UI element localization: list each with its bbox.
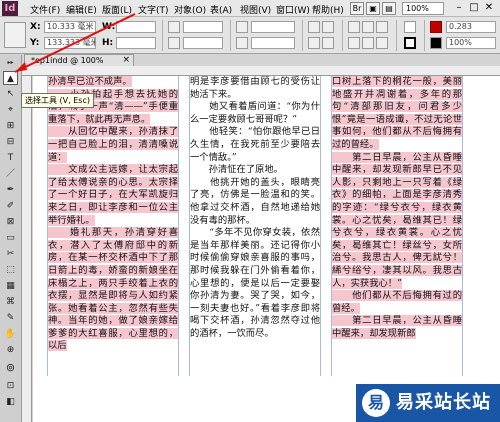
flip-horizontal-icon[interactable] [308, 21, 320, 33]
black-swatch-icon[interactable] [430, 37, 442, 49]
pencil-tool-icon[interactable]: ✐ [3, 199, 18, 213]
gap-tool-icon[interactable]: ⊞ [3, 119, 18, 133]
column-text: 孙清早已泣不成声。 小孙拍起手想去抚她的泪，喊了一声“清——”手便重重落下，就此… [48, 76, 178, 353]
site-watermark: 易 易采站长站 [356, 384, 500, 422]
select-container-icon[interactable] [308, 37, 320, 49]
tools-panel: ▸▸ ▲ ↖ ⌖ ⊞ ⊟ T ／ ✒ ✐ ⊠ ▭ ✂ ⬚ ▦ ⌘ ✎ ✋ ⊕ ⊚… [0, 55, 22, 422]
paragraph: 口树上落下的桐花一般，美丽地盛开并凋谢着，多年的那句“清部那旧友，问君多少恨”竟… [332, 76, 462, 150]
wrap-icon[interactable] [362, 37, 374, 49]
separator [342, 20, 343, 51]
rectangle-tool-icon[interactable]: ▭ [3, 231, 18, 245]
menu-object[interactable]: 对象(O) [174, 3, 206, 16]
previous-object-icon[interactable] [348, 21, 360, 33]
shear-icon[interactable] [236, 37, 248, 49]
content-collector-icon[interactable]: ⊟ [3, 135, 18, 149]
separator [396, 20, 397, 51]
paragraph: “多年不见你穿女装，依然是当年那样美丽。还记得你小时候偷偷穿娘亲喜服的事吗，那时… [190, 227, 320, 339]
fill-stroke-icon[interactable]: ⊚ [3, 361, 18, 375]
scale-y-field[interactable] [183, 37, 223, 49]
red-swatch-icon[interactable] [430, 21, 442, 33]
paragraph: 从回忆中醒来，孙清抹了一把自己脸上的泪，清清嗓说道： [48, 126, 178, 163]
free-transform-tool-icon[interactable]: ⬚ [3, 263, 18, 277]
vertical-ruler[interactable] [22, 76, 32, 422]
menu-table[interactable]: 表(A) [210, 3, 232, 16]
pen-tool-icon[interactable]: ✒ [3, 183, 18, 197]
close-button[interactable]: ✕ [482, 1, 496, 15]
hand-tool-icon[interactable]: ✋ [3, 327, 18, 341]
document-canvas[interactable]: 孙清早已泣不成声。 小孙拍起手想去抚她的泪，喊了一声“清——”手便重重落下，就此… [33, 76, 500, 422]
note-tool-icon[interactable]: ⌘ [3, 295, 18, 309]
watermark-text: 易采站长站 [396, 392, 491, 413]
column-text: 明是李彦要借由顾七的受伤让她活下来。 她又看着盾问道：“你为什么一定要救顾七哥哥… [190, 76, 320, 340]
maximize-button[interactable]: □ [467, 1, 481, 15]
text-column-3[interactable]: 口树上落下的桐花一般，美丽地盛开并凋谢着，多年的那句“清部那旧友，问君多少恨”竟… [331, 76, 463, 376]
text-column-1[interactable]: 孙清早已泣不成声。 小孙拍起手想去抚她的泪，喊了一声“清——”手便重重落下，就此… [47, 76, 179, 376]
paragraph: 孙清怔在了原地。 [190, 164, 283, 176]
annotation-arrow [14, 13, 136, 73]
direct-selection-tool-icon[interactable]: ↖ [3, 87, 18, 101]
select-content-icon[interactable] [322, 37, 334, 49]
distribute-icon[interactable] [348, 37, 360, 49]
zoom-tool-icon[interactable]: ⊕ [3, 343, 18, 357]
rotate-field[interactable] [251, 21, 295, 33]
page-tool-icon[interactable]: ⌖ [3, 103, 18, 117]
separator [230, 20, 231, 51]
paragraph: 明是李彦要借由顾七的受伤让她活下来。 [190, 76, 320, 100]
fill-swatch-icon[interactable] [404, 21, 416, 33]
bridge-icon[interactable]: Br [350, 2, 364, 15]
minibridge-icon[interactable]: ▣ [366, 2, 380, 15]
separator [302, 20, 303, 51]
zoom-level[interactable]: 100% [402, 2, 444, 15]
menu-help[interactable]: 帮助(H) [312, 3, 344, 16]
text-column-2[interactable]: 明是李彦要借由顾七的受伤让她活下来。 她又看着盾问道：“你为什么一定要救顾七哥哥… [189, 76, 321, 376]
screen-mode-icon[interactable]: ◧ [3, 395, 18, 409]
flip-vertical-icon[interactable] [322, 21, 334, 33]
minimize-button[interactable]: – [452, 1, 466, 15]
separator [424, 20, 425, 51]
align-icon[interactable] [376, 21, 388, 33]
paragraph: 第二日早晨，公主从昏睡中醒来，却发现新郎早已不见人影，只剩地上一只写着《绿衣》的… [332, 151, 462, 289]
rectangle-frame-tool-icon[interactable]: ⊠ [3, 215, 18, 229]
scale-x-field[interactable] [183, 21, 223, 33]
stroke-weight-field[interactable]: 0.283 [446, 21, 496, 33]
paragraph: 他们都从不后悔拥有过的曾经。 [332, 290, 462, 314]
watermark-logo: 易 [362, 389, 390, 417]
shear-field[interactable] [251, 37, 295, 49]
line-tool-icon[interactable]: ／ [3, 167, 18, 181]
next-object-icon[interactable] [362, 21, 374, 33]
type-tool-icon[interactable]: T [3, 151, 18, 165]
tool-tooltip: 选择工具 (V, Esc) [21, 93, 94, 108]
opacity-field[interactable]: 100% [446, 37, 496, 49]
stroke-swatch-icon[interactable] [404, 37, 416, 49]
view-options-icon[interactable]: ▤ [382, 2, 396, 15]
apply-color-icon[interactable]: ⊡ [3, 379, 18, 393]
frame-fit-icon[interactable] [376, 37, 388, 49]
scale-x-icon[interactable] [168, 21, 180, 33]
separator [162, 20, 163, 51]
rotate-icon[interactable] [236, 21, 248, 33]
scale-y-icon[interactable] [168, 37, 180, 49]
eyedropper-tool-icon[interactable]: ✎ [3, 311, 18, 325]
column-text: 口树上落下的桐花一般，美丽地盛开并凋谢着，多年的那句“清部那旧友，问君多少恨”竟… [332, 76, 462, 340]
paragraph: 他挑开她的盖头，眼睛亮了亮，仿佛是一脸温和的笑。他拿过交杯酒，自然地递给她没有毒… [190, 176, 320, 226]
paragraph: 文成公主远嫁，让太宗起了给太傅说亲的心思。太宗择了一个好日子，在大军凯旋归来之日… [48, 164, 178, 226]
gradient-tool-icon[interactable]: ▦ [3, 279, 18, 293]
scissors-tool-icon[interactable]: ✂ [3, 247, 18, 261]
paragraph: 她又看着盾问道：“你为什么一定要救顾七哥哥呢？” [190, 101, 320, 125]
paragraph: 第二日早晨，公主从昏睡中醒来，却发现新郎 [332, 315, 462, 339]
menu-window[interactable]: 窗口(W) [276, 3, 310, 16]
paragraph: 婚礼那天，孙清穿好喜衣，潜入了太傅府邸中的新房，在某一杯交杯酒中下了那日箭上的毒… [48, 227, 178, 352]
paragraph: 他轻笑：“怕你跟他早已日久生情，在我死前至少要陪去一个情敌。” [190, 126, 320, 163]
menu-view[interactable]: 视图(V) [240, 3, 271, 16]
